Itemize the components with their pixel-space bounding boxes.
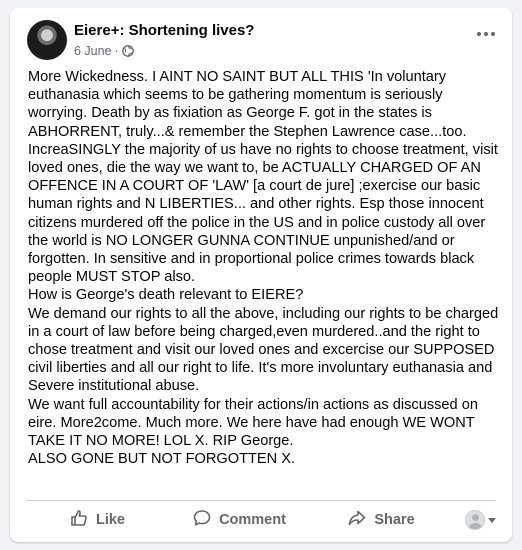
post-date[interactable]: 6 June (74, 44, 112, 58)
post-paragraph: ALSO GONE BUT NOT FORGOTTEN X. (28, 451, 296, 468)
caret-down-icon (488, 517, 496, 523)
share-label: Share (374, 512, 415, 528)
post-body: More Wickedness. I AINT NO SAINT BUT ALL… (28, 68, 504, 468)
share-icon (347, 508, 367, 532)
profile-avatar-icon (465, 510, 485, 530)
post-meta: 6 June · (74, 44, 134, 58)
comment-button[interactable]: Comment (168, 505, 310, 535)
comment-label: Comment (219, 512, 286, 528)
react-as-selector[interactable] (452, 510, 496, 530)
share-button[interactable]: Share (310, 505, 452, 535)
actions-divider (26, 500, 496, 501)
post-author-name[interactable]: Eiere+: Shortening lives? (74, 22, 254, 39)
post-card: Eiere+: Shortening lives? 6 June · More … (10, 8, 512, 542)
thumbs-up-icon (69, 508, 89, 532)
more-options-icon[interactable] (474, 24, 498, 44)
post-paragraph: How is George's death relevant to EIERE? (28, 287, 304, 304)
globe-icon[interactable] (121, 45, 134, 57)
meta-separator: · (114, 44, 119, 58)
post-paragraph: More Wickedness. I AINT NO SAINT BUT ALL… (28, 69, 498, 286)
post-paragraph: We demand our rights to all the above, i… (28, 305, 499, 395)
author-avatar[interactable] (27, 20, 67, 60)
post-paragraph: We want full accountability for their ac… (28, 396, 478, 450)
like-button[interactable]: Like (26, 505, 168, 535)
post-actions: Like Comment Share (26, 505, 496, 535)
comment-icon (192, 508, 212, 532)
like-label: Like (95, 512, 125, 528)
